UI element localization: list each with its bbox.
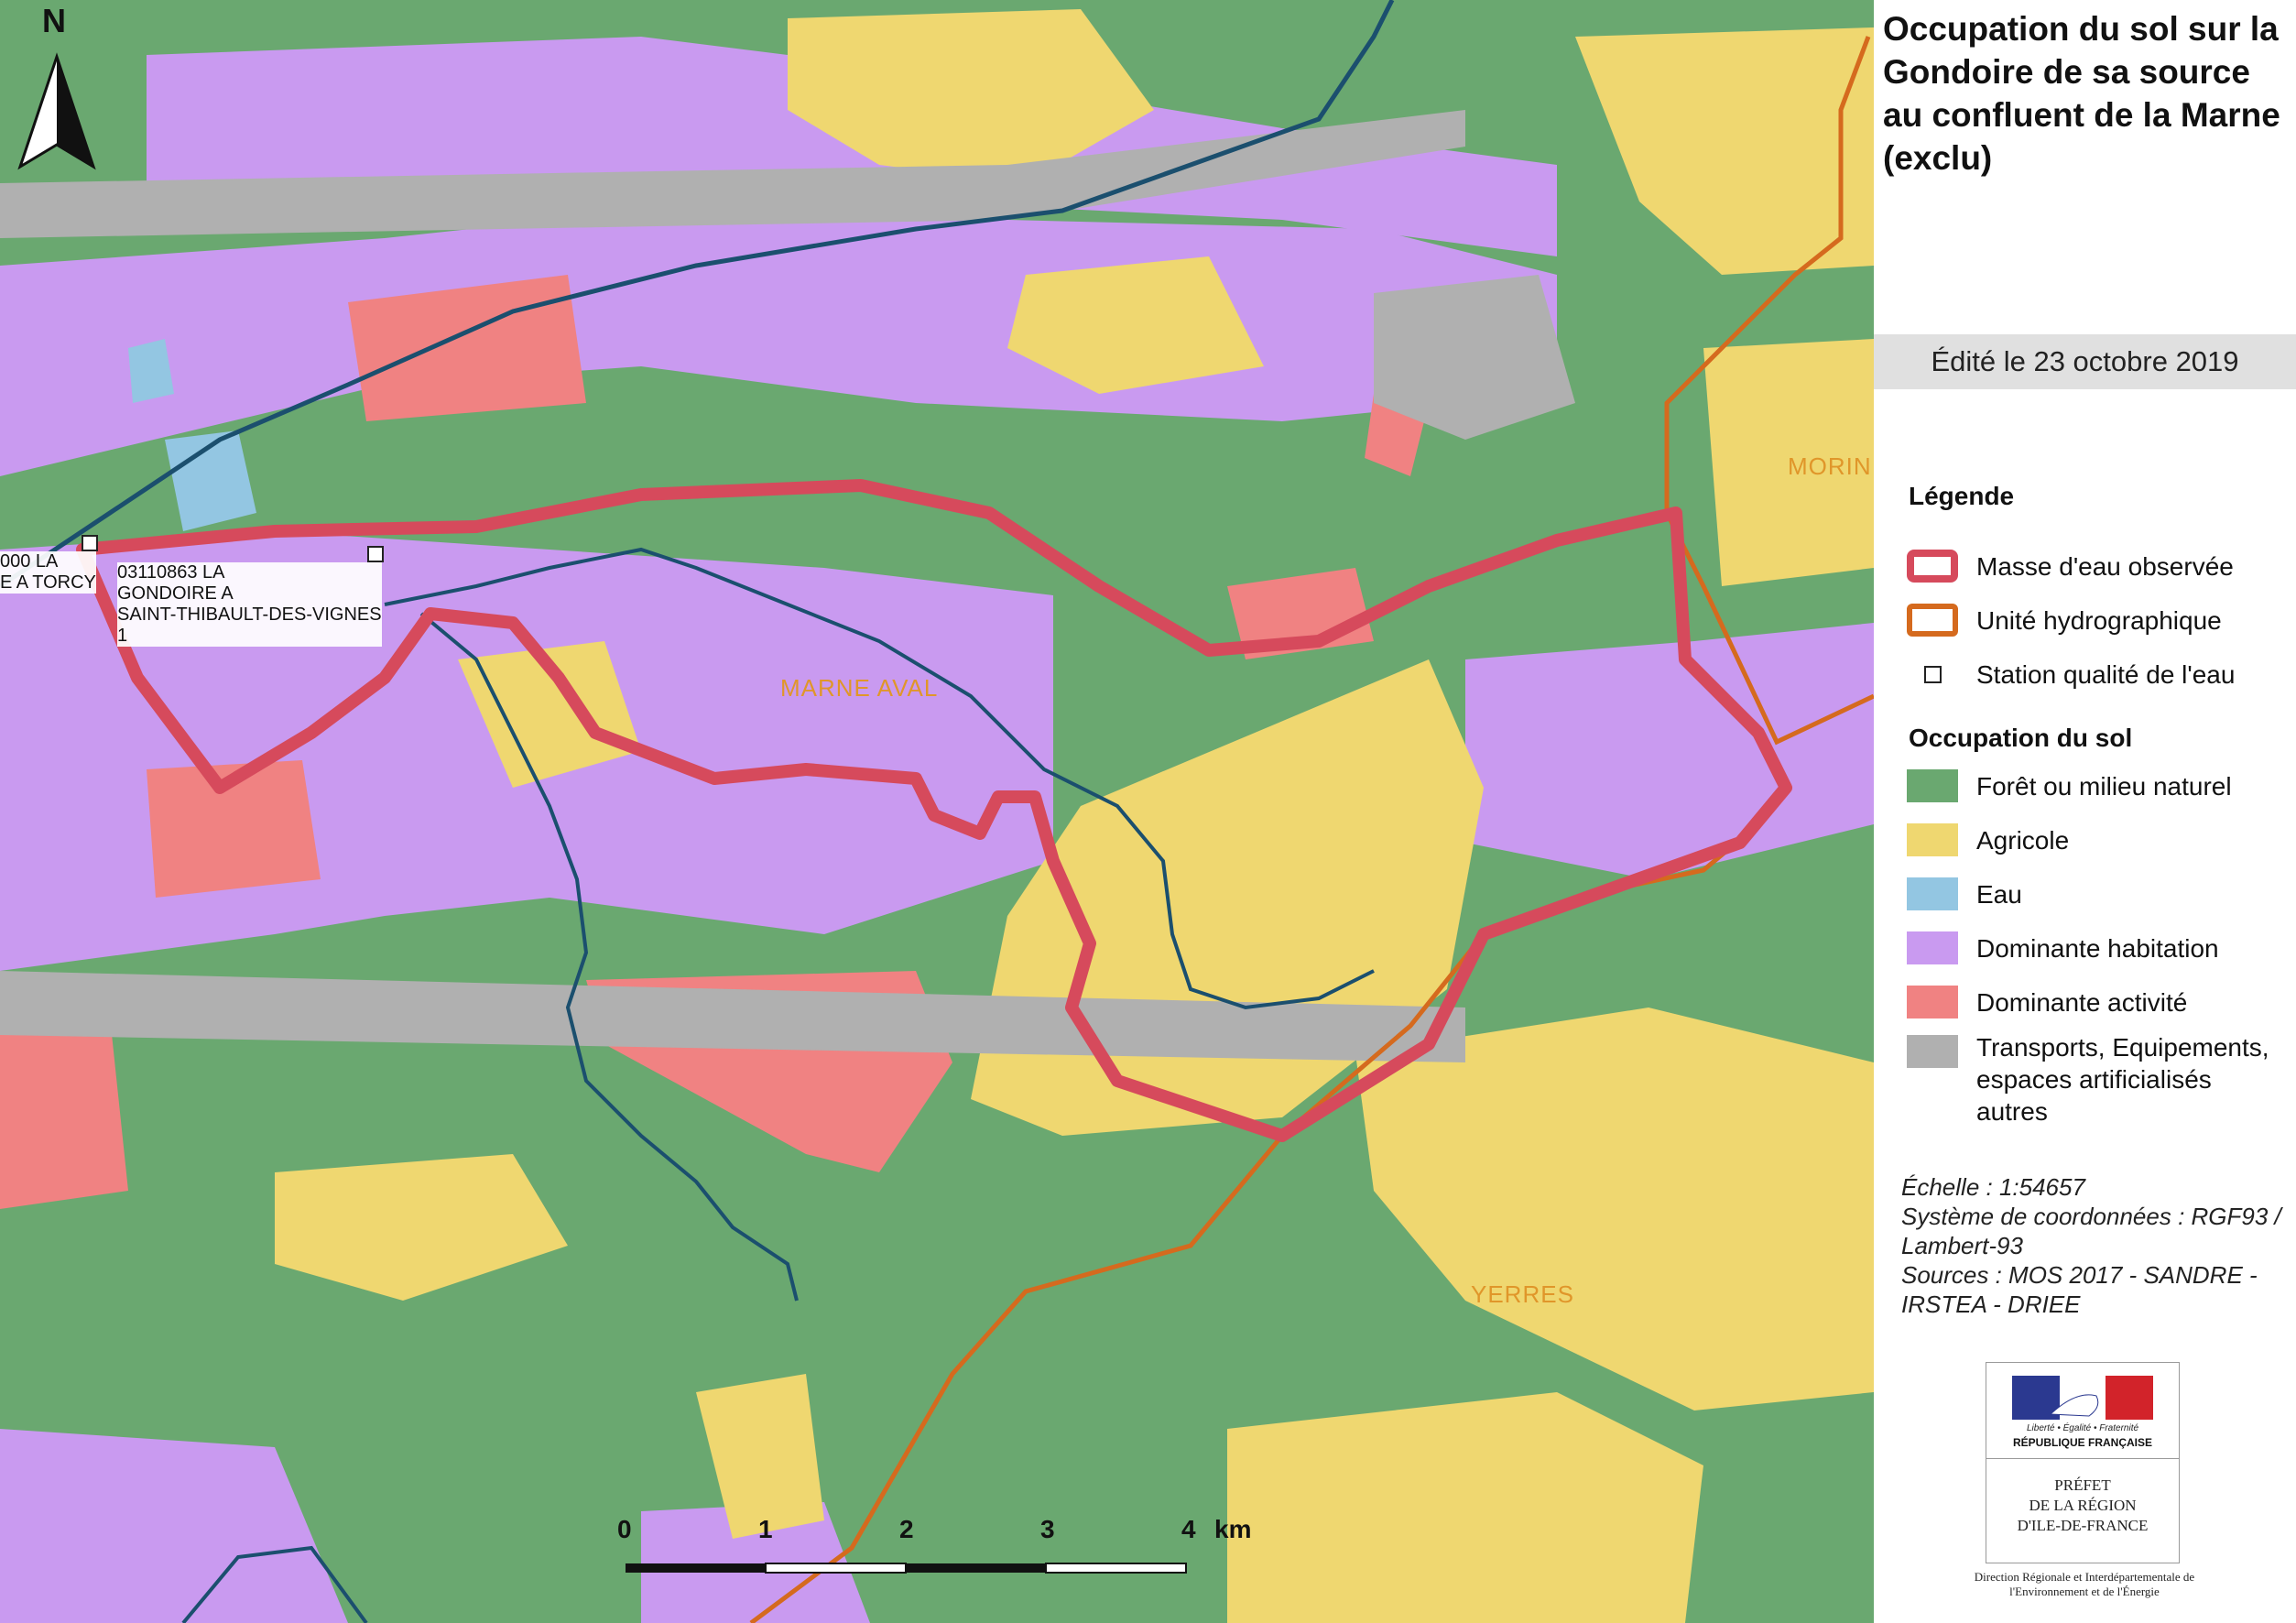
- legend-item-transport: Transports, Equipements, espaces artific…: [1907, 1031, 2288, 1132]
- legend-swatch: [1907, 604, 1958, 637]
- map[interactable]: N 000 LA E A TORCY 03110863 LA GONDOIRE …: [0, 0, 1874, 1623]
- scale-tick-label: 3: [1040, 1515, 1055, 1543]
- logo-region-2: D'ILE-DE-FRANCE: [2017, 1517, 2149, 1534]
- logo-prefet: PRÉFET: [2054, 1476, 2111, 1494]
- place-label: MORIN: [1788, 452, 1872, 480]
- legend-item-activity: Dominante activité: [1907, 984, 2187, 1020]
- legend-swatch: [1907, 986, 1958, 1018]
- legend-swatch: [1907, 1035, 1958, 1068]
- station-label: 03110863 LA GONDOIRE A SAINT-THIBAULT-DE…: [117, 562, 382, 647]
- legend-label: Forêt ou milieu naturel: [1976, 771, 2232, 801]
- north-label: N: [42, 2, 66, 39]
- sources-text: Sources : MOS 2017 - SANDRE - IRSTEA - D…: [1901, 1261, 2258, 1318]
- legend-item-water: Eau: [1907, 876, 2022, 912]
- legend-item-habitation: Dominante habitation: [1907, 930, 2219, 966]
- legend-item-station: Station qualité de l'eau: [1907, 656, 2235, 692]
- legend-label: Station qualité de l'eau: [1976, 659, 2236, 689]
- logo-republic: RÉPUBLIQUE FRANÇAISE: [2012, 1436, 2152, 1449]
- side-panel: Occupation du sol sur la Gondoire de sa …: [1874, 0, 2296, 1623]
- legend-heading: Légende: [1909, 482, 2015, 510]
- legend-swatch: [1907, 658, 1958, 691]
- map-title: Occupation du sol sur la Gondoire de sa …: [1883, 10, 2280, 177]
- legend-label: Dominante habitation: [1976, 933, 2219, 963]
- scale-bar: [626, 1563, 1187, 1574]
- dreal-text: Direction Régionale et Interdépartementa…: [1974, 1570, 2195, 1598]
- legend-swatch: [1907, 877, 1958, 910]
- legend-swatch: [1907, 931, 1958, 964]
- logo-region-1: DE LA RÉGION: [2029, 1497, 2137, 1514]
- scale-tick-label: 2: [899, 1515, 914, 1543]
- station-label: 000 LA E A TORCY: [0, 551, 96, 594]
- scale-tick-label: 1: [758, 1515, 773, 1543]
- legend-swatch: [1907, 769, 1958, 802]
- place-label: YERRES: [1471, 1280, 1574, 1308]
- prefecture-logo: Liberté • Égalité • Fraternité RÉPUBLIQU…: [1986, 1362, 2180, 1563]
- station-square-icon: [1923, 665, 1942, 683]
- legend-label: Transports, Equipements, espaces artific…: [1976, 1033, 2269, 1126]
- legend-item-hydro-unit: Unité hydrographique: [1907, 602, 2222, 638]
- crs-text: Système de coordonnées : RGF93 / Lambert…: [1901, 1203, 2281, 1259]
- scale-tick-label: 4: [1181, 1515, 1196, 1543]
- legend-label: Dominante activité: [1976, 987, 2188, 1017]
- logo-motto: Liberté • Égalité • Fraternité: [2026, 1423, 2139, 1433]
- legend-label: Eau: [1976, 879, 2022, 909]
- landuse-heading: Occupation du sol: [1909, 724, 2133, 752]
- place-label: MARNE AVAL: [780, 674, 939, 702]
- legend-item-forest: Forêt ou milieu naturel: [1907, 768, 2232, 804]
- legend-swatch: [1907, 823, 1958, 856]
- station-point[interactable]: [367, 546, 384, 562]
- legend-label: Unité hydrographique: [1976, 605, 2222, 635]
- station-point[interactable]: [82, 535, 98, 551]
- legend-swatch: [1907, 550, 1958, 583]
- legend-item-observed-water: Masse d'eau observée: [1907, 548, 2234, 584]
- legend-item-agricultural: Agricole: [1907, 822, 2069, 858]
- legend-label: Masse d'eau observée: [1976, 551, 2234, 581]
- land-use-map: [0, 0, 1874, 1623]
- activity-patch: [0, 1017, 128, 1209]
- edit-date: Édité le 23 octobre 2019: [1874, 334, 2296, 389]
- scale-unit-label: km: [1214, 1515, 1252, 1543]
- scale-tick-label: 0: [617, 1515, 632, 1543]
- logo-divider: [1986, 1458, 2179, 1459]
- scale-text: Échelle : 1:54657: [1901, 1173, 2085, 1201]
- map-metadata: Échelle : 1:54657 Système de coordonnées…: [1901, 1172, 2286, 1319]
- legend-label: Agricole: [1976, 825, 2070, 855]
